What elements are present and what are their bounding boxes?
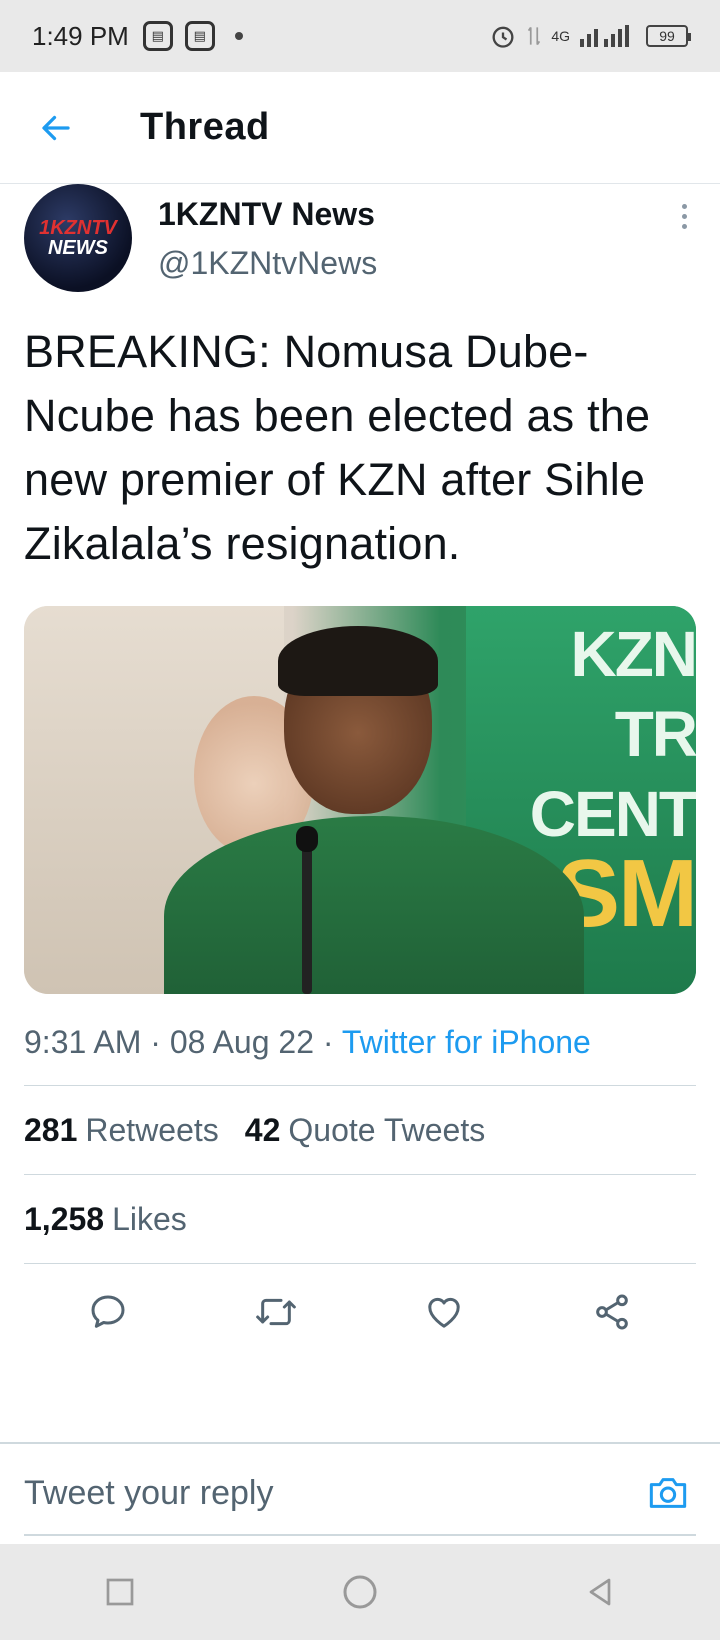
reply-icon <box>91 1295 125 1328</box>
retweets-count: 281 <box>24 1111 78 1148</box>
quotes-count: 42 <box>244 1111 281 1148</box>
tweet-timestamp: 9:31 AM · 08 Aug 22 · <box>24 1024 334 1060</box>
status-right: 4G 99 <box>489 22 691 50</box>
share-icon <box>596 1294 628 1330</box>
recent-apps-button[interactable] <box>96 1568 144 1616</box>
share-button[interactable] <box>584 1284 640 1340</box>
likes-label: Likes <box>112 1200 187 1237</box>
retweet-button[interactable] <box>248 1284 304 1340</box>
tweet-meta: 9:31 AM · 08 Aug 22 · Twitter for iPhone <box>24 1024 696 1061</box>
media-speaker <box>164 626 584 994</box>
retweets-label: Retweets <box>85 1111 219 1148</box>
back-button[interactable] <box>24 96 88 160</box>
system-nav-bar <box>0 1544 720 1640</box>
back-nav-button[interactable] <box>576 1568 624 1616</box>
thread-header: Thread <box>0 72 720 184</box>
more-notifications-dot <box>234 32 243 40</box>
camera-icon <box>649 1478 687 1508</box>
signal-icon <box>580 25 629 47</box>
more-dot <box>681 224 687 229</box>
circle-icon <box>343 1575 377 1609</box>
status-time: 1:49 PM <box>32 20 129 51</box>
author-info[interactable]: 1KZNTV News @1KZNtvNews <box>158 196 377 282</box>
retweets-stat[interactable]: 281 Retweets <box>24 1112 219 1149</box>
tweet-actions <box>24 1264 696 1360</box>
retweet-icon <box>256 1298 296 1326</box>
reply-underline <box>24 1534 696 1536</box>
reply-button[interactable] <box>80 1284 136 1340</box>
microphone-stand <box>302 836 312 994</box>
author-row: 1KZNTV NEWS 1KZNTV News @1KZNtvNews <box>24 184 696 292</box>
speaker-hair <box>278 626 438 696</box>
battery-icon: 99 <box>646 25 691 47</box>
author-handle[interactable]: @1KZNtvNews <box>158 245 377 282</box>
app-notification-icon: ▤ <box>184 21 215 51</box>
tweet-text: BREAKING: Nomusa Dube-Ncube has been ele… <box>24 326 651 569</box>
author-name[interactable]: 1KZNTV News <box>158 196 377 233</box>
like-button[interactable] <box>416 1284 472 1340</box>
network-type: 4G <box>551 28 570 44</box>
stats-row: 281 Retweets 42 Quote Tweets <box>24 1086 696 1174</box>
tweet: 1KZNTV NEWS 1KZNTV News @1KZNtvNews BREA… <box>24 184 696 1360</box>
likes-count: 1,258 <box>24 1200 105 1237</box>
tweet-source-link[interactable]: Twitter for iPhone <box>342 1024 591 1060</box>
reply-composer: Tweet your reply <box>0 1442 720 1542</box>
reply-input[interactable]: Tweet your reply <box>24 1474 640 1513</box>
likes-row: 1,258 Likes <box>24 1175 696 1263</box>
more-dot <box>681 214 687 219</box>
avatar[interactable]: 1KZNTV NEWS <box>24 184 132 292</box>
speaker-body <box>164 816 584 994</box>
microphone-icon <box>296 826 318 852</box>
arrow-left-icon <box>42 115 70 140</box>
likes-stat[interactable]: 1,258 Likes <box>24 1201 187 1238</box>
like-icon <box>428 1297 460 1328</box>
alarm-icon <box>492 26 514 48</box>
avatar-logo-top: 1KZNTV <box>39 217 117 239</box>
quotes-label: Quote Tweets <box>288 1111 486 1148</box>
triangle-back-icon <box>589 1578 611 1606</box>
page-title: Thread <box>140 106 270 148</box>
notification-icons: ▤ ▤ <box>142 21 243 51</box>
data-transfer-icon <box>528 26 541 46</box>
quotes-stat[interactable]: 42 Quote Tweets <box>245 1112 485 1149</box>
tweet-media-image[interactable]: KZN TR CENT SM <box>24 606 696 994</box>
avatar-logo-bottom: NEWS <box>47 237 108 259</box>
home-button[interactable] <box>336 1568 384 1616</box>
more-dot <box>681 204 687 209</box>
avatar-logo: 1KZNTV NEWS <box>39 218 117 258</box>
app-notification-icon: ▤ <box>142 21 173 51</box>
square-icon <box>106 1578 134 1606</box>
status-bar: 1:49 PM ▤ ▤ 4G 99 <box>0 0 720 72</box>
camera-button[interactable] <box>640 1465 696 1521</box>
more-options-button[interactable] <box>672 204 696 229</box>
